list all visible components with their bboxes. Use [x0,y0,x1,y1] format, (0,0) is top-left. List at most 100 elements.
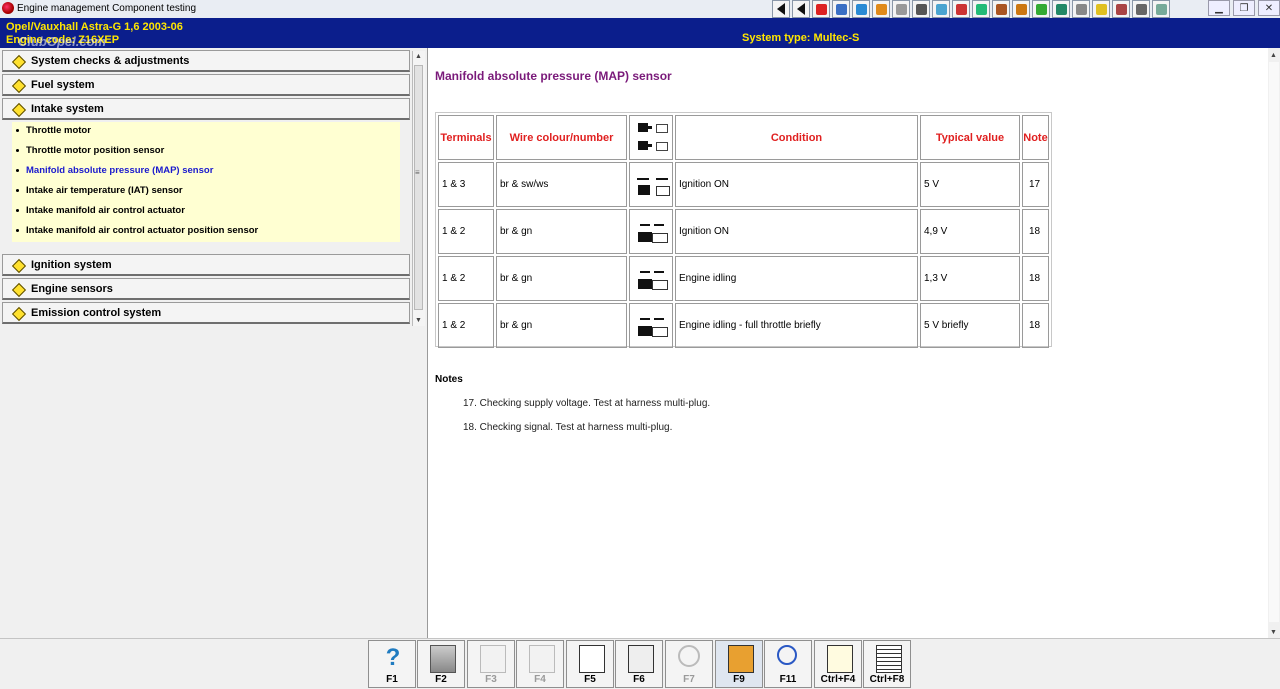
section-system-checks[interactable]: System checks & adjustments [2,50,410,72]
diamond-icon [11,258,27,274]
cell-icon [629,256,673,301]
section-intake-system[interactable]: Intake system [2,98,410,120]
cell-terminals: 1 & 2 [438,256,494,301]
info-icon[interactable] [1152,0,1170,18]
steering-icon[interactable] [912,0,930,18]
fkey-ctrl-f8[interactable]: Ctrl+F8 [863,640,911,688]
car-icon[interactable] [872,0,890,18]
subitem-label: Intake manifold air control actuator pos… [26,225,259,236]
cell-condition: Engine idling [675,256,918,301]
fkey-ctrl-f4[interactable]: Ctrl+F4 [814,640,862,688]
dashboard-icon [728,645,754,673]
battery-icon[interactable] [992,0,1010,18]
cell-value: 5 V briefly [920,303,1020,348]
scrollbar-thumb[interactable] [414,65,423,310]
cell-condition: Engine idling - full throttle briefly [675,303,918,348]
section-label: Emission control system [31,307,162,319]
notes-heading: Notes [435,374,463,385]
fkey-f1[interactable]: ? F1 [368,640,416,688]
engine-icon[interactable] [852,0,870,18]
fkey-f6[interactable]: F6 [615,640,663,688]
section-ignition-system[interactable]: Ignition system [2,254,410,276]
cell-terminals: 1 & 2 [438,303,494,348]
restore-icon[interactable]: ❐ [1233,0,1255,16]
fkey-f2[interactable]: F2 [417,640,465,688]
car-side-icon[interactable] [1132,0,1150,18]
fkey-f11[interactable]: F11 [764,640,812,688]
fkey-f3[interactable]: F3 [467,640,515,688]
section-emission-control[interactable]: Emission control system [2,302,410,324]
subitem-label: Throttle motor [26,125,91,136]
scroll-up-icon[interactable]: ▲ [1270,52,1277,59]
subitem-label: Intake manifold air control actuator [26,205,185,216]
oil-icon[interactable] [1052,0,1070,18]
wheel-icon[interactable] [892,0,910,18]
document-icon [480,645,506,673]
toolbar [772,0,1172,18]
grip-icon: ≡ [415,168,420,177]
cell-condition: Ignition ON [675,162,918,207]
content-scrollbar[interactable]: ▲ ▼ [1268,48,1280,638]
fkey-f9[interactable]: F9 [715,640,763,688]
subitem-label: Manifold absolute pressure (MAP) sensor [26,165,214,176]
air-icon[interactable] [932,0,950,18]
scroll-down-icon[interactable]: ▼ [1270,629,1277,636]
col-typical-value: Typical value [920,115,1020,160]
note-item: 18. Checking signal. Test at harness mul… [463,422,673,433]
warning-icon[interactable] [812,0,830,18]
cell-note: 18 [1022,303,1049,348]
scroll-up-icon[interactable]: ▲ [415,53,422,60]
cell-terminals: 1 & 3 [438,162,494,207]
a-triangle-icon[interactable] [1112,0,1130,18]
fkey-label: F5 [584,674,596,685]
first-page-icon[interactable] [772,0,790,18]
scroll-down-icon[interactable]: ▼ [415,317,422,324]
document-icon [529,645,555,673]
bullet [16,229,19,232]
gauge-icon[interactable] [972,0,990,18]
cell-icon [629,209,673,254]
scrollbar-track[interactable] [1269,62,1279,622]
col-terminals: Terminals [438,115,494,160]
section-label: Fuel system [31,79,95,91]
diamond-icon [11,78,27,94]
col-note: Note [1022,115,1049,160]
fkey-label: F1 [386,674,398,685]
section-fuel-system[interactable]: Fuel system [2,74,410,96]
bullet [16,169,19,172]
bullet [16,149,19,152]
sidebar-scrollbar[interactable]: ▲ ≡ ▼ [412,51,425,326]
fkey-f5[interactable]: F5 [566,640,614,688]
minimize-icon[interactable]: ▁ [1208,0,1230,16]
tool-icon[interactable] [1012,0,1030,18]
list-icon [876,645,902,673]
fkey-f7[interactable]: F7 [665,640,713,688]
cell-wire: br & gn [496,256,627,301]
plug-connected-icon [634,222,672,244]
fkey-f4[interactable]: F4 [516,640,564,688]
parts-icon[interactable] [1032,0,1050,18]
cell-value: 1,3 V [920,256,1020,301]
diamond-icon [11,102,27,118]
subitem-label: Throttle motor position sensor [26,145,165,156]
vehicle-info: Opel/Vauxhall Astra-G 1,6 2003-06 [6,21,183,33]
cell-condition: Ignition ON [675,209,918,254]
magnifier-icon [678,645,700,667]
fkey-label: F4 [534,674,546,685]
intake-subitems: Throttle motor Throttle motor position s… [12,122,400,242]
close-icon[interactable]: ✕ [1258,0,1280,16]
plug-connected-icon [634,269,672,291]
help-icon: ? [385,644,401,671]
section-label: Engine sensors [31,283,113,295]
fkey-label: F9 [733,674,745,685]
wrench-icon[interactable] [952,0,970,18]
print-preview-icon[interactable] [832,0,850,18]
bullet [16,189,19,192]
cell-note: 17 [1022,162,1049,207]
service-icon[interactable] [1092,0,1110,18]
diamond-icon [11,54,27,70]
previous-icon[interactable] [792,0,810,18]
section-engine-sensors[interactable]: Engine sensors [2,278,410,300]
watermark: ClubOpel.com [18,34,107,49]
fuel-icon[interactable] [1072,0,1090,18]
